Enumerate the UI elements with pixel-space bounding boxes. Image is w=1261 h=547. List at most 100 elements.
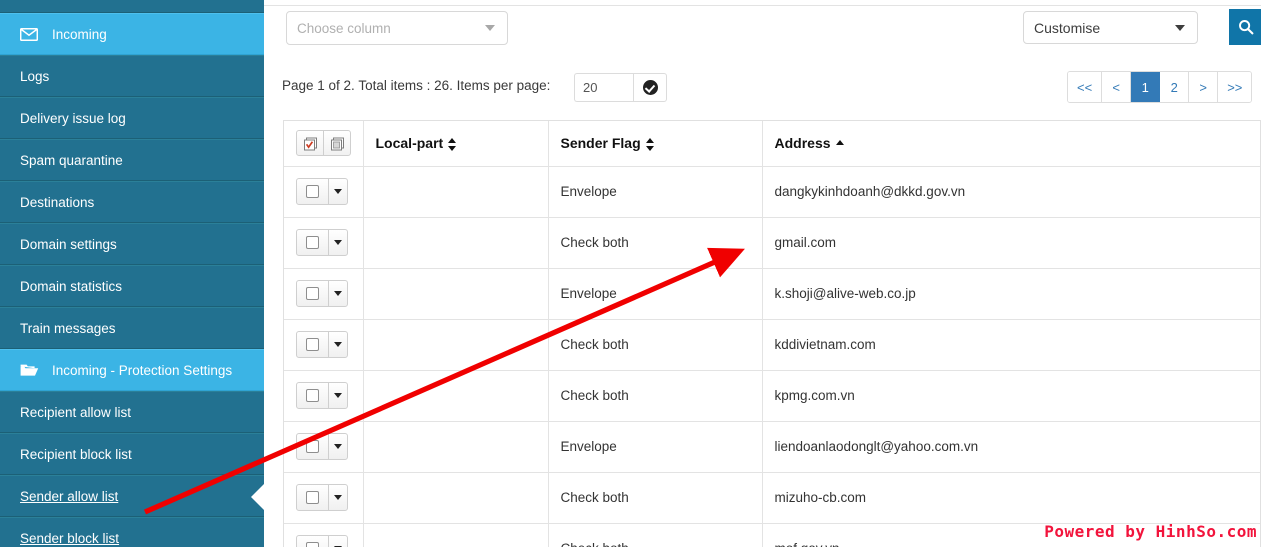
table-row[interactable]: Check both mizuho-cb.com [284,472,1260,524]
header-address[interactable]: Address [762,121,1260,167]
chevron-down-icon [334,240,342,245]
row-select-group [296,433,348,460]
sidebar-item-sender-block-list[interactable]: Sender block list [0,517,264,547]
row-checkbox[interactable] [297,485,328,510]
pagination-button-1[interactable]: 1 [1131,72,1161,102]
items-per-page-group [574,73,667,102]
select-all-buttons [296,130,351,157]
chevron-down-icon [334,342,342,347]
sidebar-item-cut-off[interactable]: Logging settings [0,0,264,13]
cell-address: k.shoji@alive-web.co.jp [762,268,1260,320]
sidebar-item-recipient-block-list[interactable]: Recipient block list [0,433,264,475]
chevron-down-icon [334,189,342,194]
header-local-part-label: Local-part [375,135,444,152]
sidebar-item-label: Recipient block list [20,446,132,462]
row-actions-dropdown[interactable] [328,434,347,459]
pagination-button-2[interactable]: 2 [1160,72,1190,102]
sidebar-item-logs[interactable]: Logs [0,55,264,97]
row-actions-dropdown[interactable] [328,332,347,357]
sidebar-item-domain-settings[interactable]: Domain settings [0,223,264,265]
cell-address: gmail.com [762,217,1260,269]
row-actions-dropdown[interactable] [328,230,347,255]
table-row[interactable]: Check both kpmg.com.vn [284,370,1260,422]
cell-local-part [363,217,549,269]
table-row[interactable]: Check both kddivietnam.com [284,319,1260,371]
chevron-down-icon [334,291,342,296]
top-divider [264,5,1261,6]
pagination-button-nextnext[interactable]: >> [1218,72,1252,102]
sidebar-item-label: Incoming - Protection Settings [52,362,233,378]
table-header-row: Local-part Sender Flag Address [284,121,1260,167]
sidebar-item-label: Destinations [20,194,95,210]
items-per-page-confirm-button[interactable] [633,73,667,102]
cell-sender-flag: Envelope [548,166,763,218]
customise-select[interactable]: Customise [1023,11,1198,44]
sort-both-icon [448,138,457,152]
row-select-cell [284,370,364,422]
select-none-button[interactable] [323,131,350,156]
sidebar-item-delivery-issue-log[interactable]: Delivery issue log [0,97,264,139]
cell-address: mizuho-cb.com [762,472,1260,524]
sidebar-item-incoming-protection-settings[interactable]: Incoming - Protection Settings [0,349,264,391]
cell-address: dangkykinhdoanh@dkkd.gov.vn [762,166,1260,218]
pagination-button-prevprev[interactable]: << [1068,72,1103,102]
data-table-wrapper: Local-part Sender Flag Address Envelope d… [283,120,1261,547]
header-local-part[interactable]: Local-part [363,121,549,167]
sidebar-item-label: Sender block list [20,530,120,546]
row-checkbox[interactable] [297,383,328,408]
table-row[interactable]: Envelope dangkykinhdoanh@dkkd.gov.vn [284,166,1260,218]
header-address-label: Address [774,135,831,152]
row-select-group [296,535,348,547]
folder-icon [20,363,42,377]
sidebar-item-train-messages[interactable]: Train messages [0,307,264,349]
cell-local-part [363,523,549,547]
choose-column-select[interactable]: Choose column [286,11,508,45]
sidebar-item-destinations[interactable]: Destinations [0,181,264,223]
watermark: Powered by HinhSo.com [1044,522,1257,541]
row-checkbox[interactable] [297,434,328,459]
row-checkbox[interactable] [297,179,328,204]
table-row[interactable]: Envelope liendoanlaodonglt@yahoo.com.vn [284,421,1260,473]
row-actions-dropdown[interactable] [328,485,347,510]
envelope-icon [20,27,42,41]
pagination-button-prev[interactable]: < [1102,72,1132,102]
sidebar-item-sender-allow-list[interactable]: Sender allow list [0,475,264,517]
row-select-group [296,178,348,205]
chevron-down-icon [485,25,495,31]
table-body: Envelope dangkykinhdoanh@dkkd.gov.vn Check… [284,166,1260,547]
sidebar-item-label: Train messages [20,320,116,336]
row-actions-dropdown[interactable] [328,536,347,547]
sidebar-item-recipient-allow-list[interactable]: Recipient allow list [0,391,264,433]
cell-address: liendoanlaodonglt@yahoo.com.vn [762,421,1260,473]
row-checkbox[interactable] [297,332,328,357]
header-sender-flag-label: Sender Flag [560,135,641,152]
sort-both-icon [645,138,655,152]
row-actions-dropdown[interactable] [328,179,347,204]
pagination-button-next[interactable]: > [1189,72,1219,102]
row-checkbox[interactable] [297,281,328,306]
sidebar-item-incoming[interactable]: Incoming [0,13,264,55]
table-row[interactable]: Envelope k.shoji@alive-web.co.jp [284,268,1260,320]
main-content: Choose column Customise Page 1 of 2. Tot… [264,0,1261,547]
cell-sender-flag: Check both [548,319,763,371]
page-info-text: Page 1 of 2. Total items : 26. Items per… [282,78,551,93]
header-sender-flag[interactable]: Sender Flag [548,121,763,167]
sidebar-item-domain-statistics[interactable]: Domain statistics [0,265,264,307]
sidebar-item-label: Recipient allow list [20,404,132,420]
select-all-button[interactable] [297,131,323,155]
cell-address: kpmg.com.vn [762,370,1260,422]
sidebar-item-spam-quarantine[interactable]: Spam quarantine [0,139,264,181]
cell-sender-flag: Envelope [548,268,763,320]
search-button[interactable] [1229,9,1261,45]
row-checkbox[interactable] [297,230,328,255]
table-row[interactable]: Check both gmail.com [284,217,1260,269]
app-root: Logging settings Incoming Logs Delivery is… [0,0,1261,547]
items-per-page-input[interactable] [574,73,633,102]
row-actions-dropdown[interactable] [328,281,347,306]
sidebar-item-label: Incoming [52,26,107,42]
row-checkbox[interactable] [297,536,328,547]
check-circle-icon [642,80,658,95]
sidebar-item-label: Logs [20,68,50,84]
sidebar: Logging settings Incoming Logs Delivery is… [0,0,264,547]
row-actions-dropdown[interactable] [328,383,347,408]
